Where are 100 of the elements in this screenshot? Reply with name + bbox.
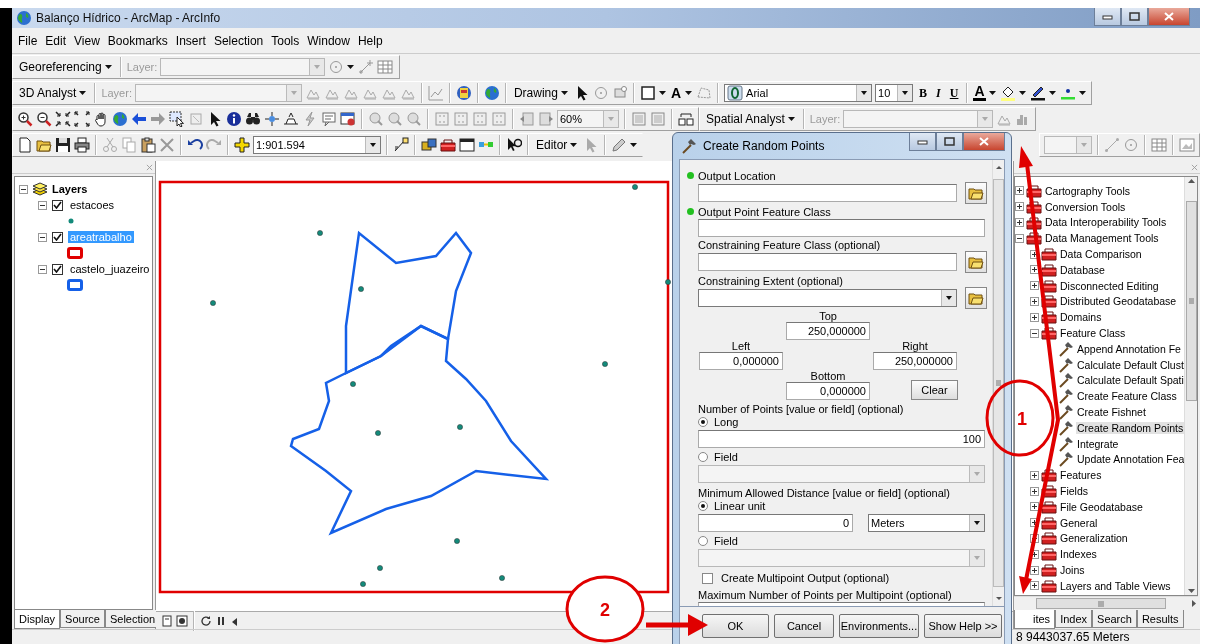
bold-button[interactable]: B <box>916 85 931 101</box>
checkbox-label[interactable]: Create Multipoint Output (optional) <box>721 572 890 584</box>
undo-icon[interactable] <box>187 137 203 153</box>
expand-icon[interactable] <box>1030 486 1039 496</box>
edit-sketch-icon[interactable] <box>393 137 409 153</box>
tab[interactable]: Search <box>1092 610 1137 628</box>
expand-icon[interactable] <box>1030 502 1039 512</box>
expand-icon[interactable] <box>1015 186 1024 196</box>
tree-item[interactable]: Append Annotation Fe <box>1076 342 1182 355</box>
extent-field[interactable]: 0,000000 <box>786 382 870 400</box>
window-icon[interactable] <box>459 137 475 153</box>
browse-button[interactable] <box>965 287 987 309</box>
zoom-dropdown[interactable]: 60% <box>557 110 619 128</box>
menu-item[interactable]: Selection <box>209 33 268 48</box>
tree-item[interactable]: Create Random Points <box>1076 421 1184 434</box>
font-dropdown[interactable]: Arial <box>724 84 873 102</box>
dialog-button[interactable]: Environments... <box>839 614 919 638</box>
extent-field[interactable]: 250,000000 <box>873 352 957 370</box>
browse-button[interactable] <box>965 182 987 204</box>
expand-icon[interactable] <box>1030 533 1039 543</box>
spatial-analyst-menu[interactable]: Spatial Analyst <box>704 109 798 129</box>
browse-button[interactable] <box>965 251 987 273</box>
analyst-3d-menu[interactable]: 3D Analyst <box>17 83 90 103</box>
maximize-button[interactable] <box>936 133 963 151</box>
layout-view-icon[interactable] <box>161 614 173 627</box>
tab[interactable]: Index <box>1055 610 1093 628</box>
option-label[interactable]: Linear unit <box>714 499 766 512</box>
data-view-icon[interactable] <box>176 614 188 627</box>
menu-item[interactable]: Edit <box>41 33 71 48</box>
close-button[interactable] <box>963 133 1005 151</box>
layer-name[interactable]: castelo_juazeiro <box>68 263 152 275</box>
select-features-icon[interactable] <box>169 111 185 127</box>
tree-item[interactable]: Data Management Tools <box>1044 232 1160 245</box>
zoom-in-icon[interactable] <box>17 111 33 127</box>
menu-item[interactable]: Window <box>303 33 354 48</box>
expand-icon[interactable] <box>1030 281 1039 291</box>
tree-item[interactable]: Calculate Default Spati <box>1076 374 1184 387</box>
expand-icon[interactable] <box>1030 296 1039 306</box>
expand-icon[interactable] <box>1030 518 1039 528</box>
radio-button[interactable] <box>698 451 708 462</box>
fill-color-icon[interactable] <box>999 85 1016 101</box>
drawing-menu[interactable]: Drawing <box>511 83 571 103</box>
tab[interactable]: Results <box>1136 610 1184 628</box>
tab[interactable]: Display <box>14 610 61 629</box>
tree-item[interactable]: Create Fishnet <box>1076 406 1147 419</box>
help-pointer-icon[interactable] <box>506 137 522 153</box>
new-document-icon[interactable] <box>17 137 33 153</box>
font-color-button[interactable]: A <box>973 85 986 101</box>
expand-icon[interactable] <box>1030 470 1039 480</box>
input-field[interactable] <box>698 218 985 237</box>
collapse-icon[interactable] <box>1015 233 1024 243</box>
speech-bubble-icon[interactable] <box>321 111 337 127</box>
unit-dropdown[interactable]: Meters <box>868 513 985 532</box>
globe-icon[interactable] <box>483 85 500 101</box>
minimize-button[interactable] <box>909 133 936 151</box>
tree-item[interactable]: Distributed Geodatabase <box>1059 295 1178 308</box>
page-forward-icon[interactable] <box>538 111 554 127</box>
pencil-icon[interactable] <box>611 137 628 153</box>
layer-checkbox[interactable] <box>52 231 63 243</box>
option-label[interactable]: Field <box>714 450 738 463</box>
dialog-button[interactable]: Show Help >> <box>924 614 1002 638</box>
layer-name[interactable]: estacoes <box>68 199 117 211</box>
scrollbar[interactable] <box>1014 596 1198 610</box>
tree-item[interactable]: Indexes <box>1059 548 1098 561</box>
input-field[interactable] <box>698 184 957 202</box>
line-color-icon[interactable] <box>1029 85 1046 101</box>
collapse-icon[interactable] <box>38 200 47 210</box>
tree-item[interactable]: Joins <box>1059 564 1086 576</box>
zoom-out-icon[interactable] <box>36 111 52 127</box>
globe-icon[interactable] <box>112 111 128 127</box>
toolbox-icon[interactable] <box>440 137 456 153</box>
page-back-icon[interactable] <box>519 111 535 127</box>
scroll-left-icon[interactable] <box>230 615 240 626</box>
refresh-icon[interactable] <box>200 614 212 627</box>
minimize-button[interactable] <box>1094 8 1121 26</box>
expand-icon[interactable] <box>1030 549 1039 559</box>
extent-field[interactable]: 0,000000 <box>699 352 783 370</box>
tree-item[interactable]: Generalization <box>1059 532 1129 545</box>
tree-item[interactable]: Feature Class <box>1059 327 1127 340</box>
collapse-icon[interactable] <box>19 184 28 194</box>
dialog-button[interactable]: Cancel <box>774 614 834 638</box>
editor-menu[interactable]: Editor <box>534 135 581 155</box>
tree-item[interactable]: Disconnected Editing <box>1059 279 1160 292</box>
tree-item[interactable]: Domains <box>1059 311 1103 324</box>
italic-button[interactable]: I <box>933 85 944 101</box>
tree-item[interactable]: File Geodatabase <box>1059 500 1144 513</box>
menu-item[interactable]: Help <box>353 33 387 48</box>
catalog-icon[interactable] <box>421 137 437 153</box>
tree-item[interactable]: Cartography Tools <box>1044 184 1132 197</box>
radio-button[interactable] <box>698 500 708 511</box>
checkbox[interactable] <box>702 572 713 584</box>
extent-dropdown[interactable] <box>698 289 957 307</box>
tab[interactable]: ites <box>1014 610 1056 629</box>
collapse-icon[interactable] <box>38 232 47 242</box>
printer-icon[interactable] <box>74 137 90 153</box>
radio-button[interactable] <box>698 535 708 546</box>
layer-checkbox[interactable] <box>52 199 63 211</box>
close-button[interactable] <box>1148 8 1190 26</box>
input-field[interactable]: 100 <box>698 429 985 448</box>
dialog-button[interactable]: OK <box>702 614 769 638</box>
